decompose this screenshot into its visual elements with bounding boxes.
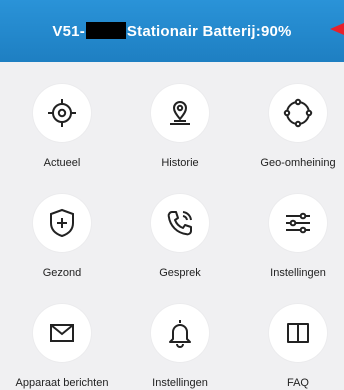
top-bar: V51- Stationair Batterij:90% — [0, 0, 344, 62]
menu-item-gezond[interactable]: Gezond — [2, 172, 122, 279]
menu-icon-circle — [269, 194, 327, 252]
menu-label: Historie — [161, 157, 199, 169]
menu-item-instellingen[interactable]: Instellingen — [238, 172, 344, 279]
device-status-title: V51- Stationair Batterij:90% — [0, 22, 344, 40]
menu-label: Instellingen — [152, 377, 208, 389]
menu-item-actueel[interactable]: Actueel — [2, 62, 122, 169]
menu-item-apparaat-berichten[interactable]: Apparaat berichten — [2, 282, 122, 389]
menu-item-meldingen[interactable]: Instellingen — [120, 282, 240, 389]
sliders-icon — [286, 212, 310, 234]
menu-icon-circle — [33, 194, 91, 252]
phone-icon — [167, 211, 192, 236]
menu-grid: Actueel Historie Geo-omheining Gezond Ge… — [0, 62, 344, 390]
bell-icon — [169, 320, 191, 348]
geofence-icon — [283, 98, 313, 128]
menu-icon-circle — [151, 304, 209, 362]
crosshair-icon — [48, 99, 76, 127]
menu-icon-circle — [33, 304, 91, 362]
envelope-icon — [50, 324, 74, 342]
menu-icon-circle — [33, 84, 91, 142]
menu-item-faq[interactable]: FAQ — [238, 282, 344, 389]
location-pin-icon — [170, 101, 190, 125]
menu-icon-circle — [151, 194, 209, 252]
menu-label: Gesprek — [159, 267, 201, 279]
menu-label: Actueel — [43, 157, 81, 169]
redacted-block — [85, 22, 126, 39]
arrow-left-icon — [330, 23, 344, 35]
menu-label: Gezond — [42, 267, 82, 279]
menu-icon-circle — [269, 84, 327, 142]
menu-label: Geo-omheining — [260, 157, 336, 169]
device-id-prefix: V51- — [52, 23, 85, 40]
menu-item-geo-omheining[interactable]: Geo-omheining — [238, 62, 344, 169]
menu-label: Instellingen — [270, 267, 326, 279]
menu-icon-circle — [269, 304, 327, 362]
menu-label: Apparaat berichten — [15, 377, 109, 389]
menu-item-gesprek[interactable]: Gesprek — [120, 172, 240, 279]
battery-status-text: Stationair Batterij:90% — [126, 23, 292, 40]
shield-plus-icon — [50, 208, 74, 238]
menu-label: FAQ — [286, 377, 309, 389]
book-icon — [287, 323, 309, 343]
menu-item-historie[interactable]: Historie — [120, 62, 240, 169]
menu-icon-circle — [151, 84, 209, 142]
